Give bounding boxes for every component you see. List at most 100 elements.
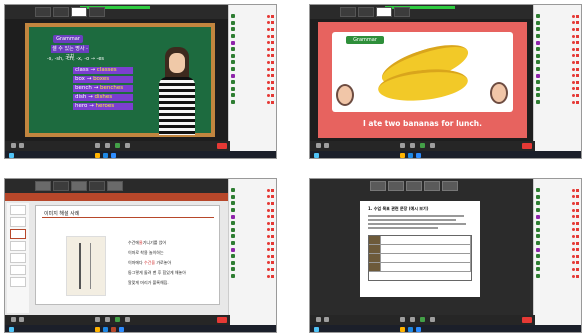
participant-row[interactable] [534,99,581,106]
record-icon[interactable] [125,317,130,322]
participant-row[interactable] [534,20,581,27]
participant-row[interactable] [534,240,581,247]
participant-row[interactable] [534,246,581,253]
participant-row[interactable] [229,99,276,106]
participant-row[interactable] [534,194,581,201]
participant-thumbnail[interactable] [358,7,374,17]
participant-thumbnail[interactable] [406,181,422,191]
participant-row[interactable] [534,233,581,240]
chat-icon[interactable] [410,143,415,148]
camera-icon[interactable] [19,143,24,148]
slide-thumbnail[interactable] [10,265,26,275]
participant-row[interactable] [534,253,581,260]
participant-row[interactable] [229,66,276,73]
participant-row[interactable] [534,200,581,207]
participant-thumbnail[interactable] [71,181,87,191]
participant-row[interactable] [534,207,581,214]
share-screen-icon[interactable] [420,317,425,322]
leave-button[interactable] [217,317,227,323]
start-icon[interactable] [314,153,319,158]
zoom-icon[interactable] [119,327,124,332]
share-screen-icon[interactable] [115,143,120,148]
participant-row[interactable] [229,33,276,40]
participants-icon[interactable] [400,143,405,148]
record-icon[interactable] [125,143,130,148]
leave-button[interactable] [217,143,227,149]
participant-thumbnail[interactable] [442,181,458,191]
browser-icon[interactable] [408,327,413,332]
participant-row[interactable] [229,246,276,253]
chat-icon[interactable] [105,143,110,148]
participant-row[interactable] [229,260,276,267]
folder-icon[interactable] [95,327,100,332]
browser-icon[interactable] [103,327,108,332]
chat-icon[interactable] [410,317,415,322]
participant-row[interactable] [534,227,581,234]
participant-row[interactable] [229,213,276,220]
participant-row[interactable] [229,39,276,46]
participant-row[interactable] [229,72,276,79]
mic-icon[interactable] [11,317,16,322]
participant-row[interactable] [534,79,581,86]
zoom-icon[interactable] [416,327,421,332]
share-screen-icon[interactable] [115,317,120,322]
participant-thumbnail[interactable] [35,7,51,17]
slide-thumbnail[interactable] [10,241,26,251]
record-icon[interactable] [430,317,435,322]
participant-row[interactable] [229,233,276,240]
participant-row[interactable] [229,13,276,20]
participant-thumbnail[interactable] [394,7,410,17]
participant-row[interactable] [229,53,276,60]
start-icon[interactable] [9,327,14,332]
participant-row[interactable] [229,200,276,207]
participant-row[interactable] [229,79,276,86]
mic-icon[interactable] [316,317,321,322]
record-icon[interactable] [430,143,435,148]
participant-row[interactable] [534,53,581,60]
participant-row[interactable] [534,72,581,79]
leave-button[interactable] [522,143,532,149]
camera-icon[interactable] [19,317,24,322]
start-icon[interactable] [9,153,14,158]
participant-row[interactable] [534,266,581,273]
slide-thumbnail[interactable] [10,277,26,287]
participant-thumbnail[interactable] [71,7,87,17]
zoom-icon[interactable] [416,153,421,158]
chat-icon[interactable] [105,317,110,322]
participant-row[interactable] [229,266,276,273]
participant-thumbnail[interactable] [35,181,51,191]
participant-thumbnail[interactable] [424,181,440,191]
share-screen-icon[interactable] [420,143,425,148]
folder-icon[interactable] [400,327,405,332]
participant-row[interactable] [229,207,276,214]
participant-row[interactable] [534,213,581,220]
participant-row[interactable] [229,240,276,247]
participant-thumbnail[interactable] [370,181,386,191]
participant-row[interactable] [229,86,276,93]
participant-row[interactable] [534,26,581,33]
participant-row[interactable] [229,220,276,227]
participant-thumbnail[interactable] [53,181,69,191]
folder-icon[interactable] [95,153,100,158]
slide-thumbnail[interactable] [10,217,26,227]
participants-icon[interactable] [95,317,100,322]
participant-row[interactable] [229,20,276,27]
participant-row[interactable] [534,92,581,99]
participant-row[interactable] [534,187,581,194]
mic-icon[interactable] [316,143,321,148]
participant-thumbnail[interactable] [340,7,356,17]
participant-row[interactable] [229,194,276,201]
participant-row[interactable] [534,13,581,20]
participant-thumbnail[interactable] [89,181,105,191]
participant-row[interactable] [229,187,276,194]
participant-row[interactable] [229,92,276,99]
participant-row[interactable] [534,260,581,267]
mic-icon[interactable] [11,143,16,148]
start-icon[interactable] [314,327,319,332]
participant-row[interactable] [229,253,276,260]
zoom-icon[interactable] [111,153,116,158]
camera-icon[interactable] [324,143,329,148]
participant-thumbnail[interactable] [53,7,69,17]
camera-icon[interactable] [324,317,329,322]
browser-icon[interactable] [408,153,413,158]
